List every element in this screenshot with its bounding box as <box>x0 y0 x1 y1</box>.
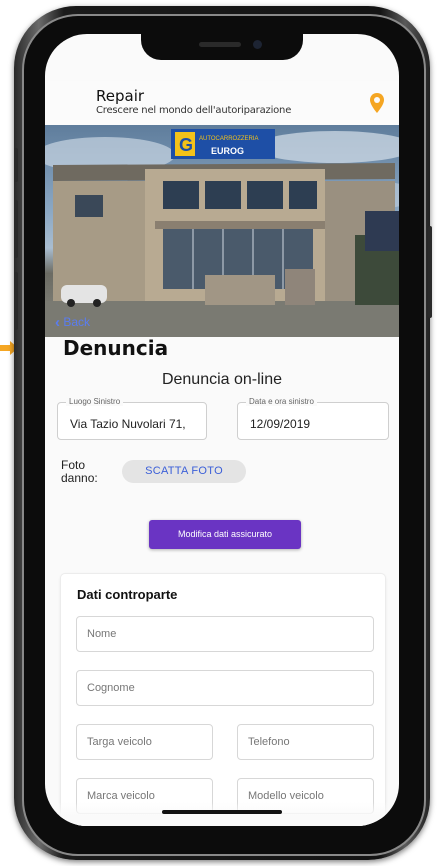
phone-power-button <box>428 226 432 318</box>
phone-input[interactable] <box>237 724 374 760</box>
building-illustration: G AUTOCARROZZERIA EUROG <box>45 129 399 337</box>
accident-place-label: Luogo Sinistro <box>66 397 124 406</box>
back-button[interactable]: ‹ Back <box>55 313 91 331</box>
front-camera <box>253 40 262 49</box>
phone-volume-down <box>14 272 18 330</box>
location-pin-icon[interactable] <box>370 93 384 113</box>
accident-place-value: Via Tazio Nuvolari 71, <box>70 417 186 431</box>
edit-insured-button[interactable]: Modifica dati assicurato <box>149 520 301 549</box>
counterparty-surname-input[interactable] <box>76 670 374 706</box>
accident-place-field[interactable]: Luogo Sinistro Via Tazio Nuvolari 71, <box>57 397 207 440</box>
phone-volume-up <box>14 200 18 258</box>
app-header: Repair Crescere nel mondo dell'autoripar… <box>45 81 399 126</box>
back-label: Back <box>63 315 91 329</box>
counterparty-card: Dati controparte <box>61 574 385 826</box>
app-subtitle: Crescere nel mondo dell'autoriparazione <box>96 105 292 116</box>
notch <box>141 34 303 60</box>
counterparty-name-input[interactable] <box>76 616 374 652</box>
sign-line-1: AUTOCARROZZERIA <box>199 136 259 142</box>
app-title: Repair <box>96 87 145 105</box>
take-photo-button[interactable]: SCATTA FOTO <box>122 460 246 483</box>
hero-banner-image: G AUTOCARROZZERIA EUROG <box>45 125 399 337</box>
phone-mute-switch <box>14 148 18 182</box>
accident-date-field[interactable]: Data e ora sinistro 12/09/2019 <box>237 397 389 440</box>
sign-letter: G <box>179 135 193 155</box>
chevron-left-icon: ‹ <box>55 314 60 331</box>
accident-date-label: Data e ora sinistro <box>246 397 317 406</box>
vehicle-plate-input[interactable] <box>76 724 213 760</box>
sign-line-2: EUROG <box>211 146 244 156</box>
speaker <box>199 42 241 47</box>
home-indicator[interactable] <box>162 810 282 814</box>
photo-label: Foto danno: <box>61 458 98 485</box>
page-title: Denuncia <box>63 336 169 360</box>
phone-screen: Repair Crescere nel mondo dell'autoripar… <box>45 34 399 826</box>
bottom-fade <box>45 802 399 826</box>
form-title: Denuncia on-line <box>161 371 283 388</box>
counterparty-title: Dati controparte <box>77 587 178 602</box>
accident-date-value: 12/09/2019 <box>250 417 311 431</box>
